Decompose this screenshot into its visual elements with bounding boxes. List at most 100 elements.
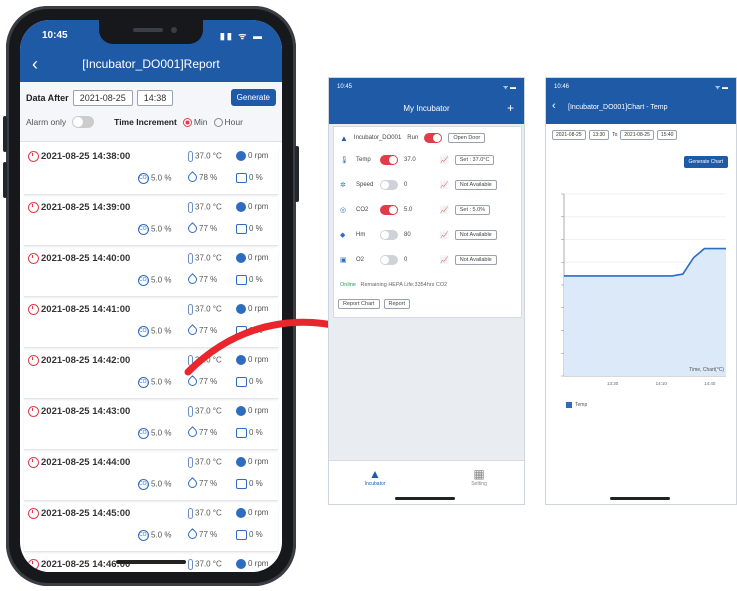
time-field[interactable]: 14:38 [136,90,174,106]
chart-icon[interactable]: 📈 [440,256,449,264]
generate-button[interactable]: Generate [230,89,276,106]
o2-icon [236,275,247,285]
hour-radio[interactable]: Hour [213,117,243,128]
temp-value: 37.0 °C [195,151,222,161]
report-chart-button[interactable]: Report Chart [338,299,380,309]
s2-status-icons: ᯤ ▬ [502,85,516,91]
o2-icon [236,479,247,489]
record-time: 2021-08-25 14:41:00 [28,304,130,315]
run-toggle[interactable] [424,133,443,143]
chart-icon[interactable]: 📈 [440,156,449,164]
control-set-button[interactable]: Set : 37.0°C [454,155,495,165]
record-co2: CO₂ 5.0 % [138,479,171,490]
to-label: To [612,132,618,138]
control-row: ✲ Speed 0 📈 Not Available [340,180,497,190]
data-after-label: Data After [26,93,69,103]
o2-value: 0 % [249,479,263,489]
fan-icon [236,253,246,263]
record-time: 2021-08-25 14:46:00 [28,559,130,570]
fan-icon: ✲ [340,182,346,189]
date-to-field[interactable]: 2021-08-25 [620,130,654,140]
add-icon[interactable]: + [507,101,514,115]
control-value: 0 [404,257,408,263]
chart-icon[interactable]: 📈 [440,231,449,239]
control-set-button[interactable]: Not Available [454,180,497,190]
status-time: 10:45 [42,30,68,41]
record-time-text: 2021-08-25 14:44:00 [41,457,131,468]
min-label: Min [193,116,208,127]
temp-chart: 13:30 14:10 14:40 Time, Chart(°C) [561,193,726,386]
tab-setting[interactable]: ▦ Setting [449,467,509,487]
temp-value: 37.0 °C [195,508,222,518]
date-field[interactable]: 2021-08-25 [72,90,133,106]
open-door-button[interactable]: Open Door [448,133,486,143]
co2-value: 5.0 % [151,428,172,438]
o2-value: 0 % [249,275,263,285]
date-from-field[interactable]: 2021-08-25 [552,130,586,140]
control-set-button[interactable]: Not Available [454,255,497,265]
report-button[interactable]: Report [383,299,411,309]
legend-swatch [566,402,572,408]
control-toggle[interactable] [380,230,398,240]
humidity-value: 77 % [199,530,218,539]
s2-title: My Incubator [403,104,450,113]
alarm-only-toggle[interactable] [72,116,95,128]
record-temp: 37.0 °C [188,508,222,519]
generate-chart-button[interactable]: Generate Chart [683,156,728,168]
incubator-screen: 10:45 ᯤ ▬ My Incubator + ▲ Incubator_DO0… [328,77,525,505]
record-temp: 37.0 °C [188,559,222,570]
control-toggle[interactable] [380,155,398,165]
record-humidity: 77 % [186,426,217,440]
control-toggle[interactable] [380,180,398,190]
co2-icon: CO₂ [138,377,149,388]
control-label: Temp [356,157,371,163]
clock-icon [28,508,39,519]
record-time-text: 2021-08-25 14:43:00 [41,406,131,417]
chart-screen: 10:46 ᯤ ▬ ‹ [Incubator_DO001]Chart - Tem… [545,77,737,505]
temp-value: 37.0 °C [195,457,222,467]
control-toggle[interactable] [380,255,398,265]
record-time-text: 2021-08-25 14:41:00 [41,304,131,315]
control-toggle[interactable] [380,205,398,215]
control-set-button[interactable]: Not Available [454,230,497,240]
temp-value: 37.0 °C [195,559,222,569]
fan-icon [236,406,246,416]
humidity-drop-icon [186,273,199,287]
fan-value: 0 rpm [248,202,269,212]
co2-value: 5.0 % [151,479,172,489]
time-from-field[interactable]: 13:30 [588,130,610,140]
min-radio[interactable]: Min [182,116,208,128]
time-to-field[interactable]: 15:40 [656,130,678,140]
co2-value: 5.0 % [151,224,172,234]
fan-icon [236,559,246,569]
control-set-button[interactable]: Set : 5.0% [454,205,491,215]
record-temp: 37.0 °C [188,457,222,468]
record-time-text: 2021-08-25 14:38:00 [41,151,131,162]
humidity-drop-icon [186,477,199,491]
back-chevron-icon[interactable]: ‹ [552,100,556,112]
thermometer-icon [188,508,193,519]
chart-icon[interactable]: 📈 [440,181,449,189]
co2-icon: CO₂ [138,173,149,184]
report-buttons: Report Chart Report [338,299,411,309]
legend-label: Temp [575,402,588,408]
s3-status-icons: ᯤ ▬ [714,85,728,91]
co2-value: 5.0 % [151,326,172,336]
phone-device: 10:45 ▮▮ ᯤ ▬ ‹ [Incubator_DO001]Report D… [3,6,299,586]
chart-icon[interactable]: 📈 [440,206,449,214]
co2-value: 5.0 % [151,377,172,387]
record-time: 2021-08-25 14:44:00 [28,457,130,468]
record-row: 2021-08-25 14:45:00 37.0 °C 0 rpm CO₂ 5.0 % 7… [24,504,278,552]
device-card: ▲ Incubator_DO001 Run Open Door 🌡 Temp 37.… [333,126,522,318]
control-value: 80 [404,232,411,238]
s2-header: 10:45 ᯤ ▬ My Incubator + [329,78,524,124]
humidity-value: 77 % [199,479,218,488]
power-button [295,146,299,202]
record-humidity: 77 % [186,222,217,236]
time-increment-label: Time Increment [114,117,177,127]
flask-icon: ▲ [340,133,348,143]
record-temp: 37.0 °C [188,253,222,264]
tab-incubator[interactable]: ▲ Incubator [345,467,405,487]
record-time-text: 2021-08-25 14:42:00 [41,355,131,366]
record-humidity: 77 % [186,273,217,287]
